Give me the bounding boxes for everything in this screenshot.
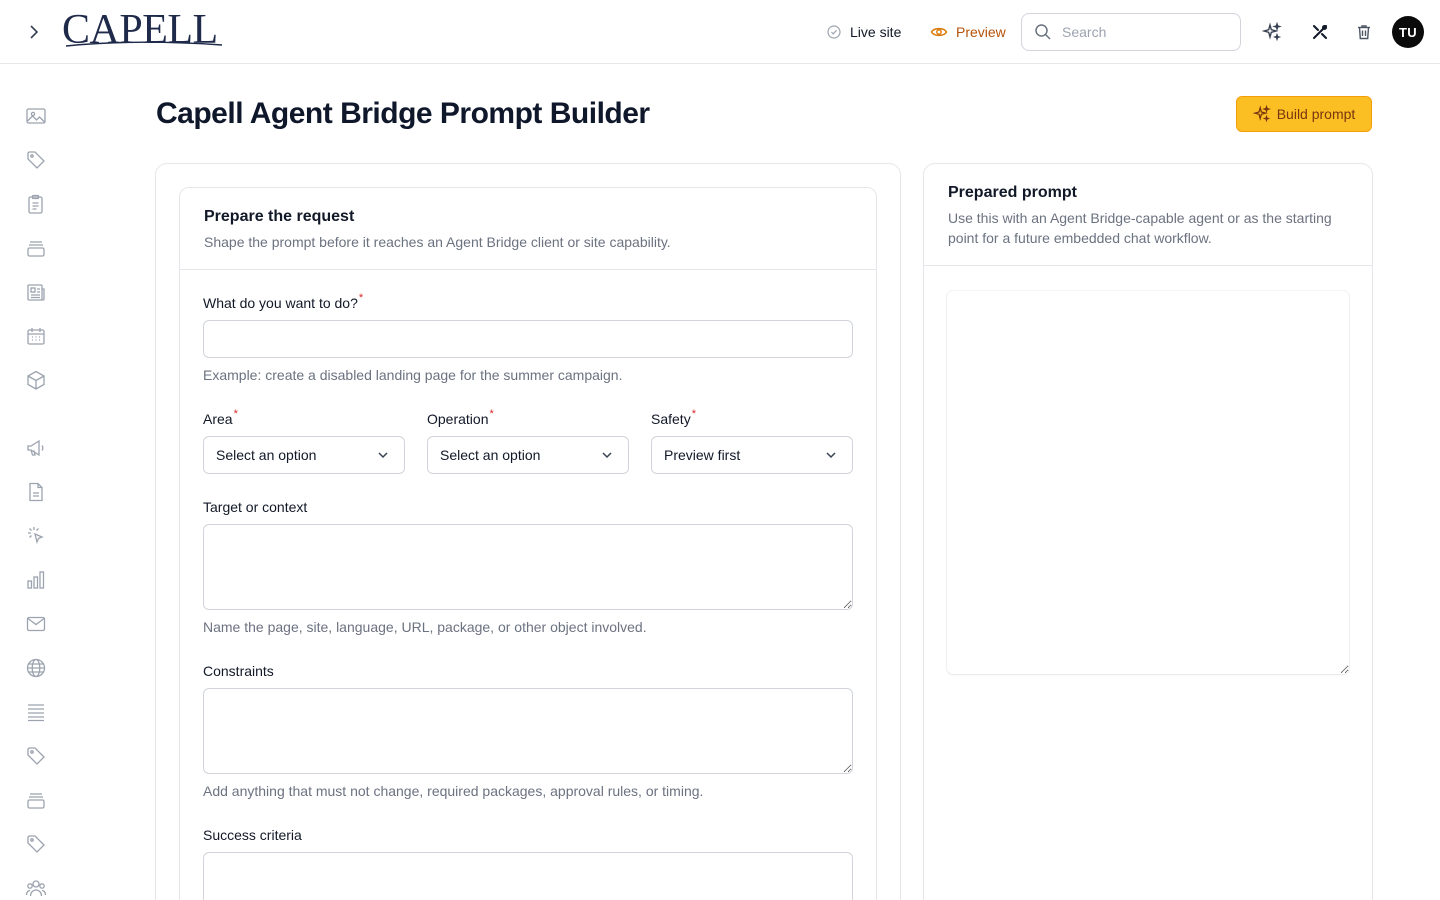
goal-help-text: Example: create a disabled landing page … (203, 367, 623, 383)
section-subtitle: Shape the prompt before it reaches an Ag… (204, 234, 671, 250)
target-help-text: Name the page, site, language, URL, pack… (203, 619, 647, 635)
check-circle-icon (827, 25, 841, 39)
area-label: Area* (203, 408, 238, 427)
ai-sparkles-button[interactable] (1260, 20, 1284, 44)
prepared-prompt-subtitle: Use this with an Agent Bridge-capable ag… (948, 210, 1332, 246)
chevron-down-icon (378, 452, 388, 459)
safety-select-value: Preview first (664, 447, 741, 463)
goal-label: What do you want to do?* (203, 292, 364, 311)
chevron-down-icon (826, 452, 836, 459)
tag-icon[interactable] (24, 148, 48, 172)
globe-icon[interactable] (24, 656, 48, 680)
megaphone-icon[interactable] (24, 436, 48, 460)
live-site-label: Live site (850, 24, 902, 40)
expand-sidebar-chevron-icon[interactable] (22, 20, 46, 44)
operation-select[interactable]: Select an option (427, 436, 629, 474)
preview-label: Preview (956, 24, 1006, 40)
success-label: Success criteria (203, 827, 302, 843)
tag-icon[interactable] (24, 832, 48, 856)
safety-select[interactable]: Preview first (651, 436, 853, 474)
section-header: Prepare the request Shape the prompt bef… (180, 188, 876, 270)
constraints-textarea[interactable] (203, 688, 853, 774)
prepared-prompt-title: Prepared prompt (948, 184, 1077, 201)
preview-link[interactable]: Preview (930, 20, 1006, 44)
prepared-prompt-textarea[interactable] (947, 291, 1349, 674)
users-icon[interactable] (24, 876, 48, 900)
clipboard-icon[interactable] (24, 192, 48, 216)
target-label: Target or context (203, 499, 308, 515)
top-bar: CAPELL Live site Preview TU (0, 0, 1440, 64)
goal-input[interactable] (203, 320, 853, 358)
cursor-click-icon[interactable] (24, 524, 48, 548)
area-select[interactable]: Select an option (203, 436, 405, 474)
eye-icon (930, 27, 948, 37)
tag-icon[interactable] (24, 744, 48, 768)
required-marker: * (691, 408, 696, 420)
newspaper-icon[interactable] (24, 280, 48, 304)
success-textarea[interactable] (203, 852, 853, 900)
wrench-screwdriver-icon (1313, 25, 1327, 39)
required-marker: * (358, 292, 364, 304)
logo-swoosh (65, 41, 223, 47)
required-marker: * (489, 408, 494, 420)
build-prompt-label: Build prompt (1276, 106, 1356, 122)
search-box[interactable] (1021, 13, 1241, 51)
sparkles-icon (1262, 22, 1282, 42)
search-input[interactable] (1062, 24, 1222, 40)
sidebar (0, 65, 72, 900)
user-avatar[interactable]: TU (1392, 16, 1424, 48)
trash-icon (1358, 25, 1370, 40)
constraints-help-text: Add anything that must not change, requi… (203, 783, 704, 799)
mail-icon[interactable] (24, 612, 48, 636)
chevron-down-icon (602, 452, 612, 459)
cube-icon[interactable] (24, 368, 48, 392)
bar-chart-icon[interactable] (24, 568, 48, 592)
section-title: Prepare the request (204, 208, 355, 225)
image-icon[interactable] (24, 104, 48, 128)
archive-icon[interactable] (24, 788, 48, 812)
page-title: Capell Agent Bridge Prompt Builder (156, 97, 650, 130)
target-textarea[interactable] (203, 524, 853, 610)
prepared-prompt-header: Prepared prompt Use this with an Agent B… (924, 164, 1372, 266)
constraints-label: Constraints (203, 663, 274, 679)
search-icon (1035, 24, 1051, 40)
safety-label: Safety* (651, 408, 696, 427)
calendar-icon[interactable] (24, 324, 48, 348)
document-icon[interactable] (24, 480, 48, 504)
live-site-link[interactable]: Live site (826, 20, 901, 44)
operation-select-value: Select an option (440, 447, 541, 463)
build-prompt-button[interactable]: Build prompt (1236, 96, 1372, 132)
list-icon[interactable] (24, 700, 48, 724)
operation-label: Operation* (427, 408, 494, 427)
area-select-value: Select an option (216, 447, 317, 463)
sparkles-icon (1252, 105, 1271, 123)
tools-button[interactable] (1308, 20, 1332, 44)
trash-button[interactable] (1352, 20, 1376, 44)
archive-icon[interactable] (24, 236, 48, 260)
required-marker: * (233, 408, 238, 420)
